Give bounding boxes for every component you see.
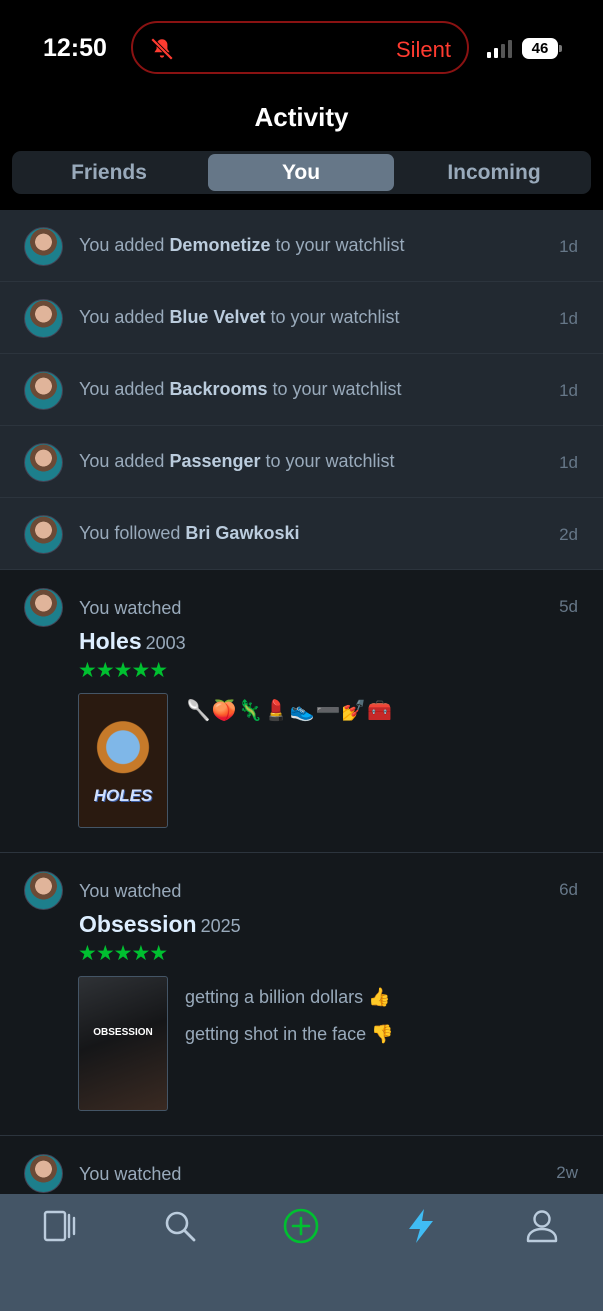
tab-you[interactable]: You <box>208 154 394 191</box>
activity-text: You added Demonetize to your watchlist <box>79 235 405 255</box>
film-link[interactable]: Backrooms <box>169 379 267 399</box>
film-year: 2003 <box>145 633 186 653</box>
cellular-signal-icon <box>487 40 515 58</box>
activity-text: You followed Bri Gawkoski <box>79 523 300 543</box>
activity-row[interactable]: You added Demonetize to your watchlist 1… <box>0 210 603 282</box>
activity-row[interactable]: You added Blue Velvet to your watchlist … <box>0 282 603 354</box>
tab-incoming[interactable]: Incoming <box>401 154 587 191</box>
header: Activity Friends You Incoming <box>0 96 603 210</box>
film-title[interactable]: Obsession <box>79 911 197 937</box>
film-poster[interactable]: HOLES <box>78 693 168 828</box>
tab-friends[interactable]: Friends <box>16 154 202 191</box>
tab-films[interactable] <box>40 1206 80 1246</box>
tab-activity[interactable] <box>401 1206 441 1246</box>
timestamp: 2w <box>556 1163 578 1182</box>
film-link[interactable]: Demonetize <box>169 235 270 255</box>
timestamp: 1d <box>559 309 578 328</box>
bell-slash-icon <box>150 37 174 61</box>
review-card[interactable]: You watched 6d Obsession 2025 ★★★★★ OBSES… <box>0 853 603 1136</box>
avatar[interactable] <box>24 299 63 338</box>
activity-icon <box>409 1209 433 1243</box>
review-text: getting a billion dollars 👍 getting shot… <box>185 987 394 1061</box>
watched-label: You watched <box>79 598 182 618</box>
film-poster[interactable]: OBSESSION <box>78 976 168 1111</box>
silent-mode-island: Silent <box>131 21 469 74</box>
activity-segmented-control: Friends You Incoming <box>12 151 591 194</box>
avatar[interactable] <box>24 871 63 910</box>
profile-icon <box>526 1210 558 1243</box>
timestamp: 1d <box>559 381 578 400</box>
film-link[interactable]: Passenger <box>169 451 260 471</box>
review-text: 🥄🍑🦎💄👟➖💅🧰 <box>186 700 394 722</box>
battery-icon: 46 <box>522 38 558 59</box>
tab-profile[interactable] <box>522 1206 562 1246</box>
silent-label: Silent <box>395 37 451 62</box>
film-title[interactable]: Holes <box>79 628 142 654</box>
status-bar: 12:50 Silent 46 <box>0 0 603 96</box>
activity-row[interactable]: You followed Bri Gawkoski 2d <box>0 498 603 570</box>
timestamp: 1d <box>559 453 578 472</box>
user-link[interactable]: Bri Gawkoski <box>185 523 299 543</box>
activity-text: You added Backrooms to your watchlist <box>79 379 402 399</box>
poster-title: HOLES <box>93 786 153 805</box>
add-icon <box>283 1208 319 1244</box>
clock: 12:50 <box>43 34 107 62</box>
timestamp: 6d <box>559 880 578 899</box>
timestamp: 1d <box>559 237 578 256</box>
film-link[interactable]: Blue Velvet <box>169 307 265 327</box>
watched-label: You watched <box>79 1164 182 1184</box>
timestamp: 2d <box>559 525 578 544</box>
activity-row[interactable]: You added Passenger to your watchlist 1d <box>0 426 603 498</box>
review-card[interactable]: You watched 5d Holes 2003 ★★★★★ HOLES 🥄🍑🦎… <box>0 570 603 853</box>
poster-title: OBSESSION <box>93 1027 153 1038</box>
film-year: 2025 <box>200 916 241 936</box>
star-rating: ★★★★★ <box>78 942 168 965</box>
avatar[interactable] <box>24 588 63 627</box>
avatar[interactable] <box>24 227 63 266</box>
activity-text: You added Blue Velvet to your watchlist <box>79 307 400 327</box>
film-heading[interactable]: Obsession 2025 <box>79 911 241 938</box>
watched-label: You watched <box>79 881 182 901</box>
tab-search[interactable] <box>160 1206 200 1246</box>
film-heading[interactable]: Holes 2003 <box>79 628 186 655</box>
tab-add[interactable] <box>281 1206 321 1246</box>
timestamp: 5d <box>559 597 578 616</box>
avatar[interactable] <box>24 371 63 410</box>
avatar[interactable] <box>24 515 63 554</box>
avatar[interactable] <box>24 443 63 482</box>
films-icon <box>43 1210 76 1242</box>
bottom-tab-bar <box>0 1194 603 1311</box>
page-title: Activity <box>254 102 349 132</box>
activity-text: You added Passenger to your watchlist <box>79 451 395 471</box>
star-rating: ★★★★★ <box>78 659 168 682</box>
review-line: getting a billion dollars 👍 <box>185 987 391 1007</box>
activity-row[interactable]: You added Backrooms to your watchlist 1d <box>0 354 603 426</box>
search-icon <box>165 1211 196 1242</box>
avatar[interactable] <box>24 1154 63 1193</box>
review-line: getting shot in the face 👎 <box>185 1024 394 1044</box>
